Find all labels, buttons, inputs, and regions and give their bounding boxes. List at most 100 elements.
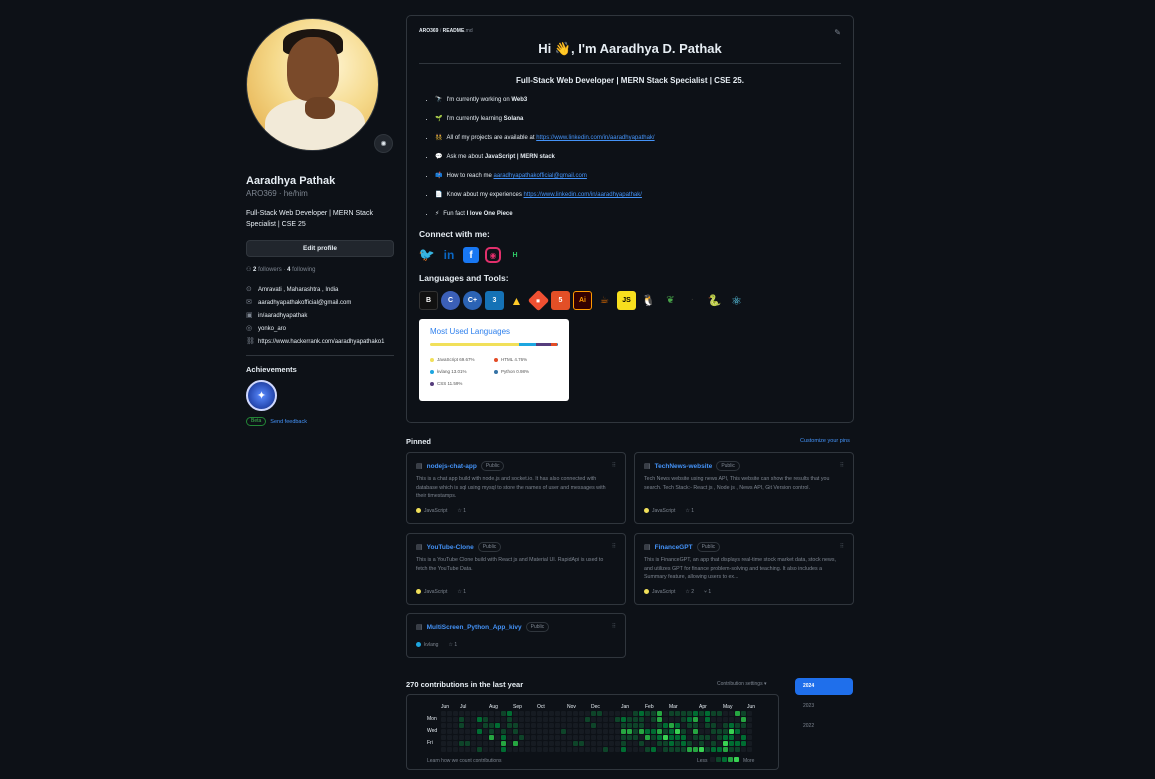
contribution-day-cell[interactable]: [675, 711, 680, 716]
followers-label[interactable]: followers: [258, 267, 282, 273]
contribution-day-cell[interactable]: [699, 729, 704, 734]
contribution-day-cell[interactable]: [543, 717, 548, 722]
instagram-link[interactable]: yonko_aro: [258, 325, 286, 333]
contribution-day-cell[interactable]: [741, 723, 746, 728]
followers-count[interactable]: 2: [253, 267, 256, 273]
contribution-day-cell[interactable]: [645, 747, 650, 752]
contribution-day-cell[interactable]: [747, 729, 752, 734]
contribution-day-cell[interactable]: [615, 711, 620, 716]
contribution-day-cell[interactable]: [657, 735, 662, 740]
contribution-day-cell[interactable]: [453, 741, 458, 746]
contribution-day-cell[interactable]: [471, 747, 476, 752]
contribution-day-cell[interactable]: [621, 747, 626, 752]
contribution-day-cell[interactable]: [585, 741, 590, 746]
contribution-day-cell[interactable]: [483, 717, 488, 722]
contribution-day-cell[interactable]: [651, 717, 656, 722]
contribution-day-cell[interactable]: [705, 711, 710, 716]
contribution-day-cell[interactable]: [651, 735, 656, 740]
contribution-day-cell[interactable]: [501, 717, 506, 722]
contribution-day-cell[interactable]: [579, 717, 584, 722]
contribution-day-cell[interactable]: [693, 729, 698, 734]
contribution-day-cell[interactable]: [723, 747, 728, 752]
facebook-icon[interactable]: f: [463, 247, 479, 263]
contribution-day-cell[interactable]: [531, 723, 536, 728]
contribution-day-cell[interactable]: [447, 717, 452, 722]
contribution-day-cell[interactable]: [603, 747, 608, 752]
contribution-day-cell[interactable]: [747, 735, 752, 740]
contribution-day-cell[interactable]: [537, 735, 542, 740]
contribution-day-cell[interactable]: [531, 741, 536, 746]
contribution-day-cell[interactable]: [669, 711, 674, 716]
contribution-day-cell[interactable]: [477, 729, 482, 734]
contribution-day-cell[interactable]: [465, 723, 470, 728]
contribution-day-cell[interactable]: [573, 729, 578, 734]
contribution-day-cell[interactable]: [633, 735, 638, 740]
contribution-day-cell[interactable]: [477, 717, 482, 722]
contribution-day-cell[interactable]: [555, 741, 560, 746]
contribution-day-cell[interactable]: [495, 735, 500, 740]
contribution-day-cell[interactable]: [699, 747, 704, 752]
contribution-day-cell[interactable]: [735, 747, 740, 752]
repo-stars[interactable]: ☆ 1: [448, 642, 457, 648]
contribution-day-cell[interactable]: [579, 747, 584, 752]
contribution-day-cell[interactable]: [591, 723, 596, 728]
contribution-day-cell[interactable]: [453, 711, 458, 716]
contribution-day-cell[interactable]: [513, 747, 518, 752]
contribution-day-cell[interactable]: [585, 711, 590, 716]
contribution-day-cell[interactable]: [597, 747, 602, 752]
email-item[interactable]: ✉ aaradhyapathakofficial@gmail.com: [246, 299, 394, 307]
contribution-day-cell[interactable]: [513, 711, 518, 716]
contribution-day-cell[interactable]: [741, 747, 746, 752]
contribution-day-cell[interactable]: [567, 711, 572, 716]
contribution-day-cell[interactable]: [621, 723, 626, 728]
contribution-day-cell[interactable]: [651, 729, 656, 734]
linkedin-icon[interactable]: in: [441, 247, 457, 263]
contribution-day-cell[interactable]: [699, 717, 704, 722]
contribution-day-cell[interactable]: [489, 729, 494, 734]
contribution-day-cell[interactable]: [687, 729, 692, 734]
contribution-day-cell[interactable]: [519, 711, 524, 716]
contribution-day-cell[interactable]: [585, 723, 590, 728]
contribution-day-cell[interactable]: [729, 711, 734, 716]
contribution-day-cell[interactable]: [639, 711, 644, 716]
contribution-day-cell[interactable]: [687, 717, 692, 722]
contribution-day-cell[interactable]: [705, 723, 710, 728]
contribution-day-cell[interactable]: [609, 735, 614, 740]
bullet-link[interactable]: aaradhyapathakofficial@gmail.com: [494, 173, 587, 179]
contribution-day-cell[interactable]: [687, 747, 692, 752]
contribution-day-cell[interactable]: [729, 717, 734, 722]
contribution-day-cell[interactable]: [531, 735, 536, 740]
contribution-day-cell[interactable]: [663, 741, 668, 746]
contribution-day-cell[interactable]: [501, 723, 506, 728]
year-button[interactable]: 2023: [795, 698, 853, 715]
contribution-day-cell[interactable]: [441, 735, 446, 740]
contribution-day-cell[interactable]: [531, 717, 536, 722]
contribution-day-cell[interactable]: [663, 723, 668, 728]
contribution-day-cell[interactable]: [603, 723, 608, 728]
contribution-day-cell[interactable]: [555, 717, 560, 722]
contribution-day-cell[interactable]: [501, 729, 506, 734]
contribution-day-cell[interactable]: [543, 711, 548, 716]
contribution-day-cell[interactable]: [639, 741, 644, 746]
contribution-day-cell[interactable]: [591, 747, 596, 752]
contribution-day-cell[interactable]: [561, 729, 566, 734]
contribution-day-cell[interactable]: [723, 711, 728, 716]
drag-handle-icon[interactable]: ⠿: [612, 462, 616, 469]
contribution-day-cell[interactable]: [555, 723, 560, 728]
contribution-day-cell[interactable]: [561, 735, 566, 740]
contribution-day-cell[interactable]: [633, 729, 638, 734]
contribution-day-cell[interactable]: [627, 717, 632, 722]
contribution-day-cell[interactable]: [561, 717, 566, 722]
contribution-day-cell[interactable]: [597, 711, 602, 716]
contribution-day-cell[interactable]: [621, 735, 626, 740]
contribution-day-cell[interactable]: [615, 729, 620, 734]
contribution-day-cell[interactable]: [651, 723, 656, 728]
contribution-day-cell[interactable]: [735, 711, 740, 716]
contribution-day-cell[interactable]: [447, 711, 452, 716]
contribution-day-cell[interactable]: [471, 717, 476, 722]
contribution-day-cell[interactable]: [537, 717, 542, 722]
contribution-day-cell[interactable]: [621, 729, 626, 734]
contribution-day-cell[interactable]: [657, 723, 662, 728]
contribution-day-cell[interactable]: [657, 741, 662, 746]
contribution-day-cell[interactable]: [483, 723, 488, 728]
